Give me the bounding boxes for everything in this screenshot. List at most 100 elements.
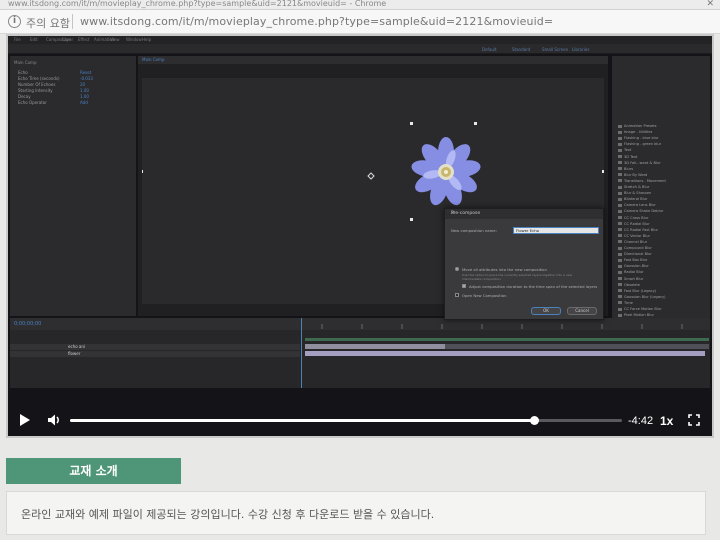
video-workspace-item: Libraries: [572, 47, 590, 52]
effect-icon: [618, 307, 622, 311]
video-effect-item: 3D Fall...ward & Blur: [618, 161, 661, 165]
playback-speed-button[interactable]: 1x: [660, 414, 673, 428]
video-effect-label: Blur By Word: [624, 172, 648, 177]
video-effect-label: Blur & Sharpen: [624, 191, 652, 196]
video-effect-label: Animation Presets: [624, 124, 657, 128]
play-button[interactable]: [20, 414, 30, 426]
effect-icon: [618, 142, 622, 146]
volume-icon[interactable]: [46, 412, 62, 428]
video-effect-label: Text: [624, 148, 632, 153]
video-effect-item: Animation Presets: [618, 124, 657, 128]
video-menu-item: Window: [126, 37, 142, 42]
progress-fill: [70, 419, 534, 422]
dialog-checkbox-icon: [462, 284, 466, 288]
video-effects-presets-panel: Animation Presets Image - Utilities Flashi…: [612, 56, 710, 326]
time-remaining: -4:42: [628, 415, 654, 427]
close-icon[interactable]: ✕: [706, 0, 714, 9]
video-effect-item: CC Radial Blur: [618, 222, 650, 226]
transform-handle: [142, 170, 143, 173]
video-effect-property: Echo: [18, 70, 28, 75]
video-effect-item: Smart Blur: [618, 277, 643, 281]
dialog-checkbox-icon: [455, 293, 459, 297]
effect-icon: [618, 264, 622, 268]
video-menu-item: Layer: [62, 37, 74, 42]
video-effect-label: 3D Fall...ward & Blur: [624, 160, 661, 165]
video-effect-label: Time: [624, 300, 633, 305]
dialog-cancel-button: Cancel: [567, 307, 597, 315]
video-effect-item: Bilateral Blur: [618, 197, 647, 201]
video-menu-item: Edit: [30, 37, 38, 42]
transform-handle: [474, 122, 477, 125]
video-effect-item: Radial Blur: [618, 270, 643, 274]
effect-icon: [618, 270, 622, 274]
video-effect-label: Camera Shake Deblur: [624, 209, 664, 214]
video-menu-item: Help: [142, 37, 152, 42]
dialog-radio-icon: [455, 267, 459, 271]
effect-icon: [618, 240, 622, 244]
fullscreen-icon[interactable]: [688, 414, 700, 426]
video-effect-label: Image - Utilities: [624, 130, 653, 135]
video-effect-item: Channel Blur: [618, 240, 647, 244]
video-panel-heading: Main Comp: [14, 60, 37, 65]
video-player[interactable]: File Edit Composition Layer Effect Animation V…: [6, 34, 714, 438]
video-effect-item: Transitions - Movement: [618, 179, 666, 183]
window-titlebar: www.itsdong.com/it/m/movieplay_chrome.ph…: [0, 0, 720, 10]
video-effect-property: Echo Operator: [18, 100, 47, 105]
effect-icon: [618, 197, 622, 201]
description-box: 온라인 교재와 예제 파일이 제공되는 강의입니다. 수강 신청 후 다운로드 …: [6, 491, 706, 535]
dialog-name-label: New composition name:: [451, 228, 497, 233]
video-workspace-item: Default: [482, 47, 497, 52]
effect-icon: [618, 155, 622, 158]
video-effect-label: CC Radial Fast Blur: [624, 227, 658, 232]
effect-icon: [618, 136, 622, 140]
video-layer-row: echo ani: [10, 344, 300, 350]
video-effect-item: 3D Text: [618, 155, 637, 159]
effect-icon: [618, 216, 622, 219]
video-effect-item: CC Force Motion Blur: [618, 307, 662, 311]
video-effect-item: Time: [618, 301, 633, 305]
video-effect-item: Directional Blur: [618, 252, 652, 256]
effect-icon: [618, 167, 622, 171]
progress-bar[interactable]: [70, 416, 622, 425]
player-controls: -4:42 1x: [8, 404, 712, 436]
address-bar[interactable]: i 주의 요함 www.itsdong.com/it/m/movieplay_c…: [0, 10, 720, 34]
effect-icon: [618, 124, 622, 128]
video-effect-label: Gaussian Blur (Legacy): [624, 294, 666, 299]
effect-icon: [618, 252, 622, 256]
video-layer-name: flower: [68, 351, 81, 356]
video-effect-label: Fast Box Blur: [624, 258, 648, 263]
video-effect-item: Gaussian Blur: [618, 264, 649, 268]
flower-image: [411, 137, 481, 206]
video-comp-tab: Main Comp: [138, 56, 608, 64]
security-status[interactable]: 주의 요함: [26, 15, 70, 31]
video-effect-item: Blur By Word: [618, 173, 647, 177]
video-timeline-panel: 0;00;00;00 echo ani flower: [10, 318, 710, 388]
tab-textbook-intro[interactable]: 교재 소개: [6, 458, 181, 484]
video-effect-property: Decay: [18, 94, 31, 99]
video-effect-item: Pixel Motion Blur: [618, 313, 654, 317]
anchor-point: [367, 172, 375, 180]
video-effect-item: Camera Shake Deblur: [618, 209, 663, 213]
video-effect-item: CC Cross Blur: [618, 216, 648, 220]
effect-icon: [618, 191, 622, 195]
video-effect-item: Stretch & Blur: [618, 185, 649, 189]
video-effect-value: Add: [80, 100, 88, 105]
video-effect-value: Reset: [80, 70, 92, 75]
video-app-toolbar: Default Standard Small Screen Libraries: [8, 44, 712, 54]
dialog-option-hint: Use this option to place the currently s…: [462, 273, 572, 281]
video-effect-item: CC Vector Blur: [618, 234, 650, 238]
transform-handle: [602, 170, 604, 173]
effect-icon: [618, 295, 622, 299]
dialog-name-field: Flower Echo: [513, 227, 599, 234]
effect-icon: [618, 209, 622, 213]
video-effect-value: 1.00: [80, 94, 89, 99]
video-layer-bar: [305, 344, 445, 349]
video-menu-item: View: [110, 37, 120, 42]
info-icon[interactable]: i: [8, 15, 21, 28]
url-text[interactable]: www.itsdong.com/it/m/movieplay_chrome.ph…: [80, 15, 553, 28]
video-workspace-item: Small Screen: [542, 47, 569, 52]
effect-icon: [618, 173, 622, 177]
video-effect-value: 1.00: [80, 88, 89, 93]
progress-thumb[interactable]: [529, 416, 539, 425]
video-effect-item: Image - Utilities: [618, 130, 652, 134]
